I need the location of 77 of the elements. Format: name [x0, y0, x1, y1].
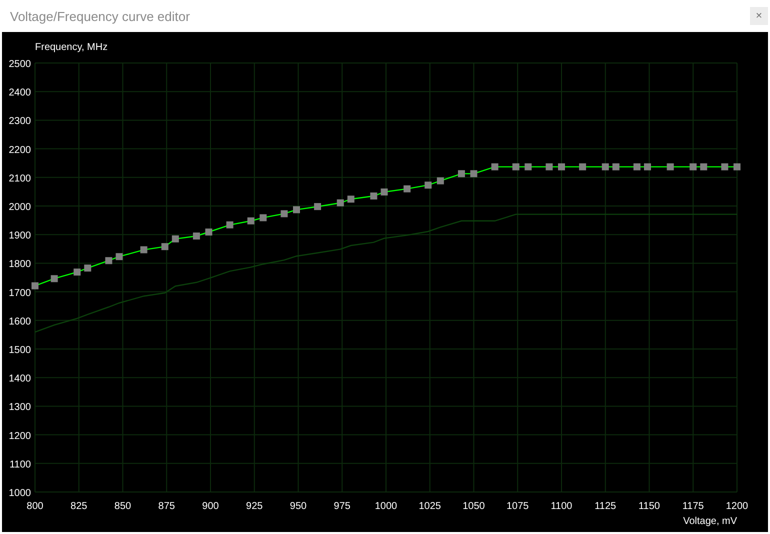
curve-point[interactable] — [172, 235, 179, 242]
curve-point[interactable] — [666, 163, 674, 170]
curve-point[interactable] — [161, 243, 168, 250]
axis-tick-label: 975 — [334, 501, 350, 512]
axis-tick-label: 1000 — [8, 488, 31, 499]
curve-point[interactable] — [558, 163, 565, 170]
curve-point[interactable] — [690, 163, 697, 170]
axis-tick-label: 1175 — [682, 501, 704, 512]
curve-point[interactable] — [458, 170, 465, 178]
close-button[interactable]: × — [750, 7, 768, 25]
curve-point[interactable] — [721, 163, 728, 170]
axis-tick-label: 1075 — [506, 501, 529, 512]
axis-tick-label: 1000 — [374, 501, 398, 512]
curve-point[interactable] — [247, 217, 254, 224]
axis-tick-label: 2500 — [8, 59, 31, 70]
axis-tick-label: 1100 — [550, 501, 572, 512]
curve-point[interactable] — [50, 275, 58, 282]
axis-tick-label: 2300 — [8, 116, 31, 128]
curve-point[interactable] — [32, 282, 38, 290]
curve-point[interactable] — [74, 268, 81, 276]
axis-tick-label: 1800 — [8, 259, 31, 270]
curve-point[interactable] — [293, 206, 300, 214]
curve-point[interactable] — [280, 210, 288, 218]
axis-tick-label: 825 — [70, 501, 88, 512]
axis-tick-label: 1400 — [8, 374, 31, 385]
curve-point[interactable] — [512, 163, 520, 170]
axis-tick-label: 2400 — [8, 88, 31, 99]
axis-tick-label: 1125 — [594, 501, 616, 512]
curve-point[interactable] — [470, 170, 478, 178]
axis-tick-label: 2100 — [8, 173, 31, 184]
curve-point[interactable] — [116, 253, 123, 260]
curve-point[interactable] — [314, 203, 322, 210]
curve-point[interactable] — [140, 246, 148, 254]
axis-tick-label: 1050 — [462, 501, 485, 512]
curve-point[interactable] — [579, 163, 586, 170]
axis-tick-label: 1500 — [8, 345, 31, 356]
axis-title: Frequency, MHz — [35, 42, 108, 53]
curve-point[interactable] — [84, 264, 92, 272]
axis-tick-label: 1600 — [8, 316, 31, 328]
window-title: Voltage/Frequency curve editor — [10, 8, 190, 24]
curve-point[interactable] — [424, 182, 432, 189]
curve-point[interactable] — [404, 185, 411, 192]
curve-point[interactable] — [370, 192, 378, 200]
curve-point[interactable] — [546, 163, 553, 170]
axis-tick-label: 2200 — [8, 144, 31, 156]
axis-tick-label: 1200 — [726, 501, 748, 512]
curve-point[interactable] — [380, 188, 388, 196]
curve-point[interactable] — [612, 163, 620, 170]
curve-point[interactable] — [644, 163, 651, 170]
curve-point[interactable] — [734, 163, 740, 170]
curve-point[interactable] — [192, 232, 200, 240]
curve-point[interactable] — [336, 199, 344, 206]
axis-tick-label: 900 — [202, 501, 219, 512]
curve-point[interactable] — [633, 163, 640, 170]
axis-tick-label: 1100 — [9, 459, 31, 470]
axis-tick-label: 2000 — [8, 202, 31, 213]
axis-tick-label: 1025 — [418, 501, 441, 512]
curve-point[interactable] — [524, 163, 532, 170]
curve-point[interactable] — [602, 163, 609, 170]
axis-tick-label: 875 — [158, 501, 175, 512]
axis-tick-label: 800 — [26, 501, 44, 512]
axis-tick-label: 925 — [246, 501, 263, 512]
curve-point[interactable] — [700, 163, 708, 170]
axis-tick-label: 1200 — [8, 430, 31, 442]
curve-point[interactable] — [105, 257, 112, 264]
axis-tick-label: 1300 — [8, 402, 31, 414]
curve-point[interactable] — [491, 163, 498, 170]
curve-point[interactable] — [260, 214, 267, 222]
axis-tick-label: 1150 — [638, 501, 660, 512]
axis-tick-label: 950 — [290, 501, 307, 512]
axis-tick-label: 850 — [114, 501, 132, 512]
axis-tick-label: 1700 — [8, 288, 31, 299]
axis-tick-label: 1900 — [8, 230, 31, 242]
curve-point[interactable] — [347, 196, 354, 203]
axis-title: Voltage, mV — [683, 516, 737, 527]
curve-point[interactable] — [205, 228, 212, 236]
curve-point[interactable] — [226, 221, 234, 228]
